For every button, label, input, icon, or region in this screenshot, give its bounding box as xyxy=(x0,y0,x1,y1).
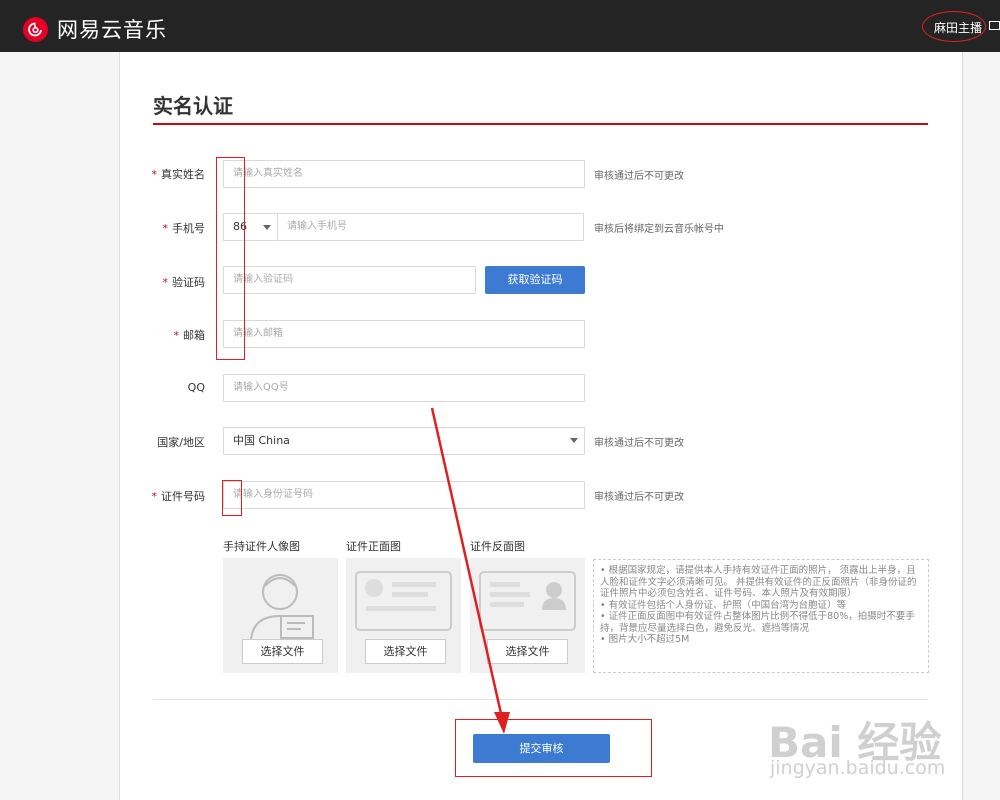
annotation-arrow xyxy=(430,407,510,734)
baidu-watermark: Bai 经验 jingyan.baidu.com xyxy=(762,705,1000,800)
watermark-sub: jingyan.baidu.com xyxy=(770,757,946,779)
